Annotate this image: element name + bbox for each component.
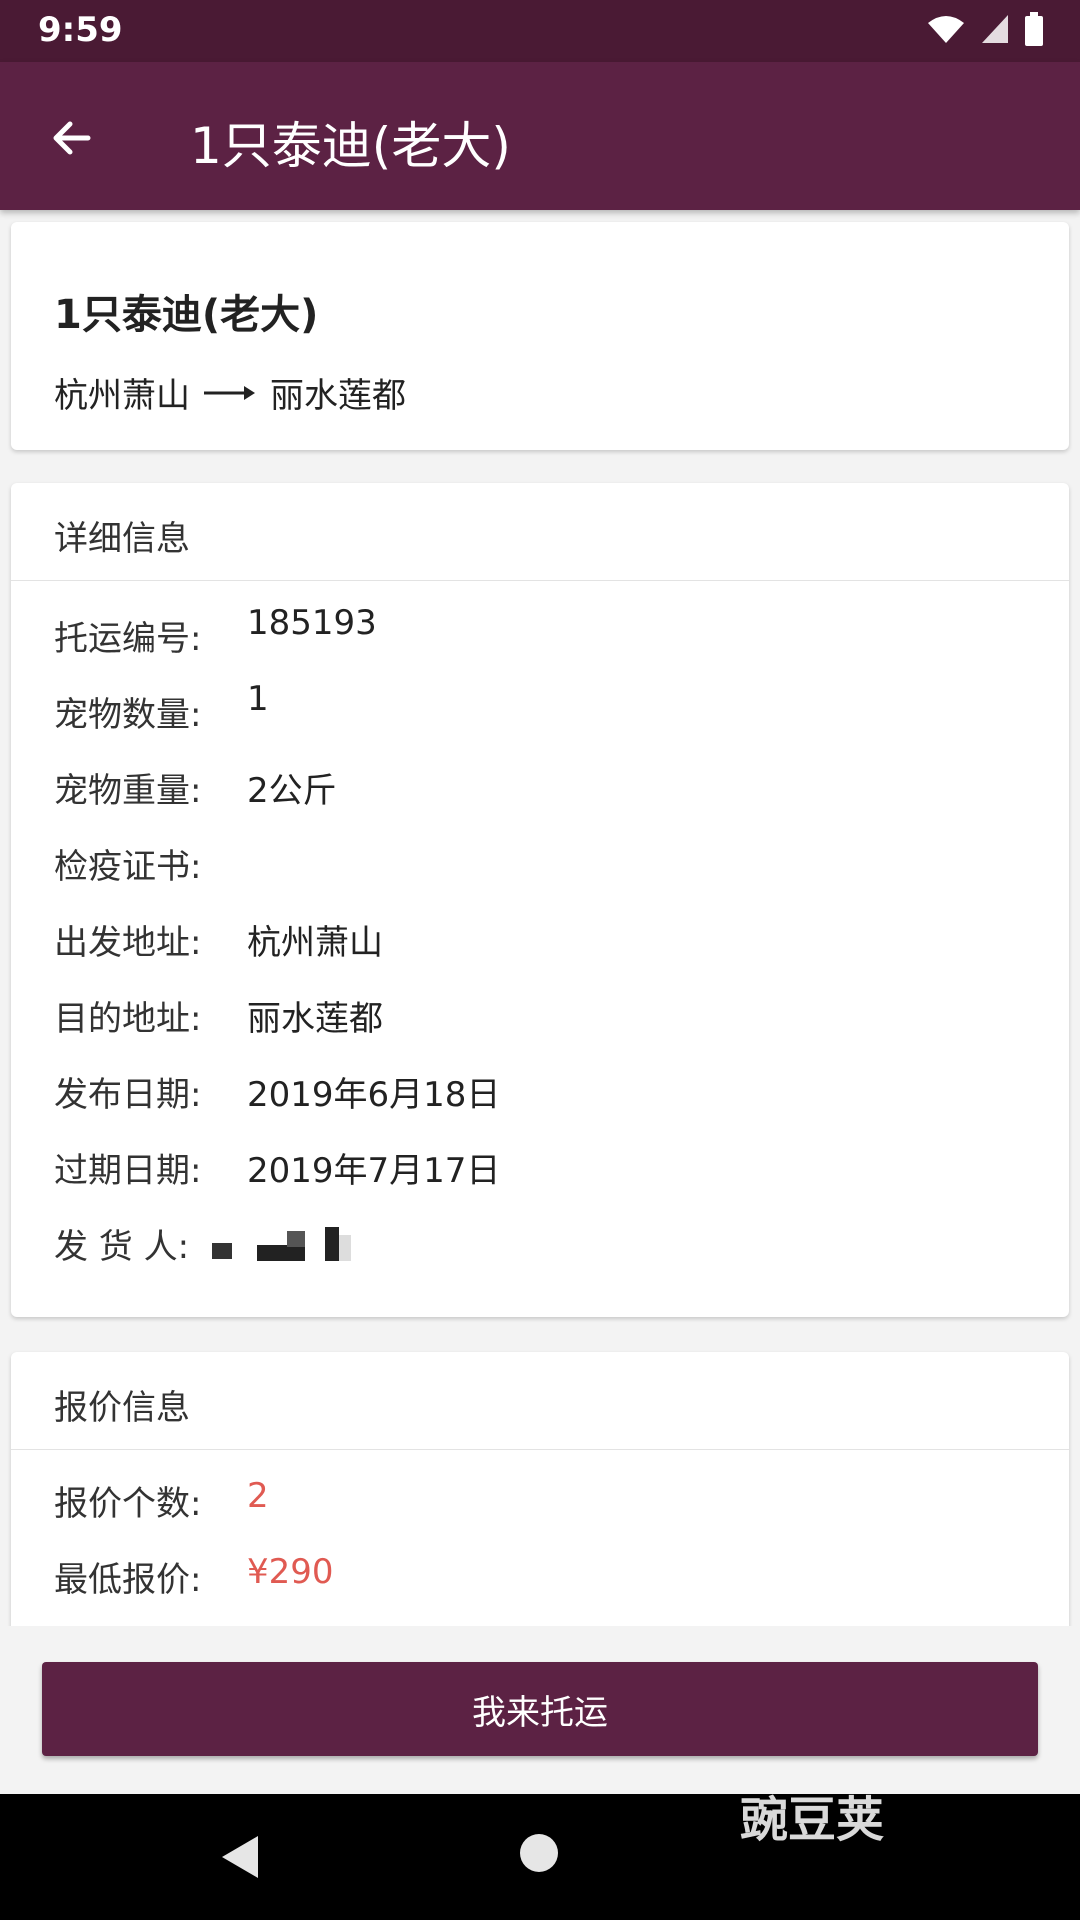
detail-label: 宠物重量: [54, 771, 202, 811]
detail-header: 详细信息 [11, 483, 1069, 581]
detail-row-pet-count: 宠物数量: 1 [54, 679, 269, 736]
detail-row-sender: 发 货 人: [54, 1219, 407, 1268]
signal-icon [982, 15, 1008, 43]
detail-card: 详细信息 托运编号: 185193 宠物数量: 1 宠物重量: 2公斤 检疫证书… [11, 483, 1069, 1317]
detail-value: 丽水莲都 [247, 999, 383, 1039]
detail-value: 1 [247, 679, 269, 719]
route: 杭州萧山 丽水莲都 [54, 368, 406, 417]
detail-label: 宠物数量: [54, 695, 202, 735]
detail-row-publish-date: 发布日期: 2019年6月18日 [54, 1067, 500, 1116]
page-title: 1只泰迪(老大) [190, 117, 511, 175]
detail-value: 2019年6月18日 [247, 1075, 501, 1115]
back-button[interactable] [36, 102, 108, 174]
watermark-logo: 豌豆荚 [740, 1792, 885, 1848]
app-toolbar: 1只泰迪(老大) [0, 62, 1080, 210]
quote-row-lowest: 最低报价: ¥290 [54, 1552, 334, 1601]
detail-value: 185193 [247, 603, 377, 643]
quote-header: 报价信息 [11, 1352, 1069, 1450]
quote-lowest-value: ¥290 [247, 1552, 334, 1592]
detail-row-certificate: 检疫证书: [54, 839, 247, 888]
route-from: 杭州萧山 [54, 376, 190, 416]
wifi-icon [928, 16, 964, 43]
status-time: 9:59 [38, 10, 123, 50]
detail-label: 出发地址: [54, 923, 202, 963]
quote-count-value: 2 [247, 1476, 269, 1516]
quote-label: 最低报价: [54, 1560, 202, 1600]
detail-value: 杭州萧山 [247, 923, 383, 963]
route-to: 丽水莲都 [270, 376, 406, 416]
status-icons [926, 12, 1044, 46]
system-nav-bar [0, 1794, 1080, 1920]
detail-value: 2019年7月17日 [247, 1151, 501, 1191]
battery-icon [1025, 12, 1043, 46]
detail-label: 过期日期: [54, 1151, 202, 1191]
ship-button[interactable]: 我来托运 [42, 1662, 1038, 1756]
detail-value: 2公斤 [247, 771, 337, 811]
detail-row-pet-weight: 宠物重量: 2公斤 [54, 763, 337, 812]
scroll-content[interactable]: 1只泰迪(老大) 杭州萧山 丽水莲都 详细信息 托运编号: 185193 宠物数… [0, 210, 1080, 1626]
detail-label: 检疫证书: [54, 847, 202, 887]
summary-card: 1只泰迪(老大) 杭州萧山 丽水莲都 [11, 222, 1069, 450]
detail-row-origin: 出发地址: 杭州萧山 [54, 915, 383, 964]
detail-row-destination: 目的地址: 丽水莲都 [54, 991, 383, 1040]
pet-title: 1只泰迪(老大) [54, 292, 319, 338]
quote-card: 报价信息 报价个数: 2 最低报价: ¥290 [11, 1352, 1069, 1626]
route-arrow-icon [204, 385, 255, 400]
nav-back-icon[interactable] [220, 1834, 260, 1880]
arrow-back-icon [53, 121, 91, 155]
detail-row-shipment-id: 托运编号: 185193 [54, 603, 377, 660]
quote-header-label: 报价信息 [54, 1388, 190, 1428]
nav-home-icon[interactable] [520, 1834, 558, 1872]
detail-label: 托运编号: [54, 619, 202, 659]
detail-label: 发布日期: [54, 1075, 202, 1115]
detail-label: 目的地址: [54, 999, 202, 1039]
bottom-action-area: 我来托运 [0, 1626, 1080, 1794]
status-bar: 9:59 [0, 0, 1080, 62]
detail-header-label: 详细信息 [54, 519, 190, 559]
quote-row-count: 报价个数: 2 [54, 1476, 269, 1525]
sender-redacted [212, 1219, 407, 1261]
detail-row-expire-date: 过期日期: 2019年7月17日 [54, 1143, 500, 1192]
quote-label: 报价个数: [54, 1484, 202, 1524]
